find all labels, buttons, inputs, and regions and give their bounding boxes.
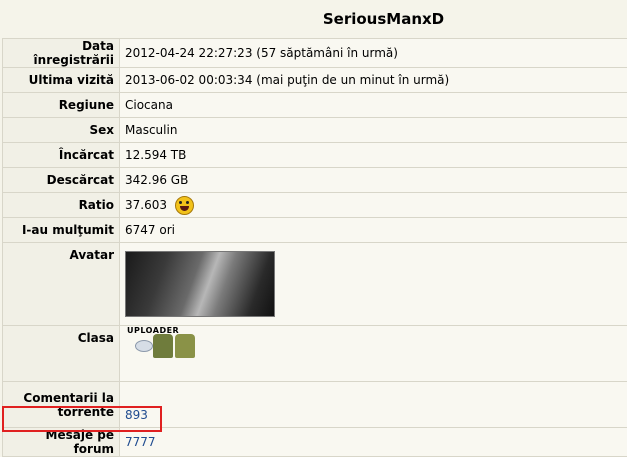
downloaded-label: Descărcat <box>3 168 120 193</box>
avatar-cell <box>120 243 627 326</box>
ratio-value: 37.603 <box>125 198 167 212</box>
region-value: Ciocana <box>120 93 627 118</box>
registered-value: 2012-04-24 22:27:23 (57 săptămâni în urm… <box>120 39 627 68</box>
avatar-label: Avatar <box>3 243 120 326</box>
sex-value: Masculin <box>120 118 627 143</box>
ratio-cell: 37.603 <box>120 193 627 218</box>
avatar-image <box>125 251 275 317</box>
row-thanked: I-au mulţumit 6747 ori <box>3 218 627 243</box>
row-ratio: Ratio 37.603 <box>3 193 627 218</box>
rank-projectile-icon <box>135 340 153 352</box>
profile-details-table: Data înregistrării 2012-04-24 22:27:23 (… <box>2 38 627 457</box>
highlight-box <box>2 406 162 432</box>
row-downloaded: Descărcat 342.96 GB <box>3 168 627 193</box>
row-region: Regiune Ciocana <box>3 93 627 118</box>
uploader-rank-badge: UPLOADER <box>125 326 205 366</box>
ratio-label: Ratio <box>3 193 120 218</box>
username: SeriousManxD <box>323 10 444 28</box>
last-visit-label: Ultima vizită <box>3 68 120 93</box>
class-cell: UPLOADER <box>120 326 627 382</box>
thanked-value: 6747 ori <box>120 218 627 243</box>
last-visit-value: 2013-06-02 00:03:34 (mai puţin de un min… <box>120 68 627 93</box>
row-class: Clasa UPLOADER <box>3 326 627 382</box>
comments-cell: 893 <box>120 382 627 428</box>
downloaded-value: 342.96 GB <box>120 168 627 193</box>
region-label: Regiune <box>3 93 120 118</box>
uploaded-value: 12.594 TB <box>120 143 627 168</box>
uploaded-label: Încărcat <box>3 143 120 168</box>
registered-label: Data înregistrării <box>3 39 120 68</box>
row-avatar: Avatar <box>3 243 627 326</box>
row-last-visit: Ultima vizită 2013-06-02 00:03:34 (mai p… <box>3 68 627 93</box>
rank-badge-text: UPLOADER <box>127 326 179 335</box>
row-sex: Sex Masculin <box>3 118 627 143</box>
row-registered: Data înregistrării 2012-04-24 22:27:23 (… <box>3 39 627 68</box>
thanked-label: I-au mulţumit <box>3 218 120 243</box>
forum-posts-count-link[interactable]: 7777 <box>125 435 156 449</box>
profile-title: SeriousManxD <box>0 0 627 38</box>
row-uploaded: Încărcat 12.594 TB <box>3 143 627 168</box>
class-label: Clasa <box>3 326 120 382</box>
laughing-smiley-icon <box>175 196 194 215</box>
soldier-icon <box>153 334 173 358</box>
forum-posts-cell: 7777 <box>120 428 627 457</box>
sex-label: Sex <box>3 118 120 143</box>
soldier-icon-2 <box>175 334 195 358</box>
